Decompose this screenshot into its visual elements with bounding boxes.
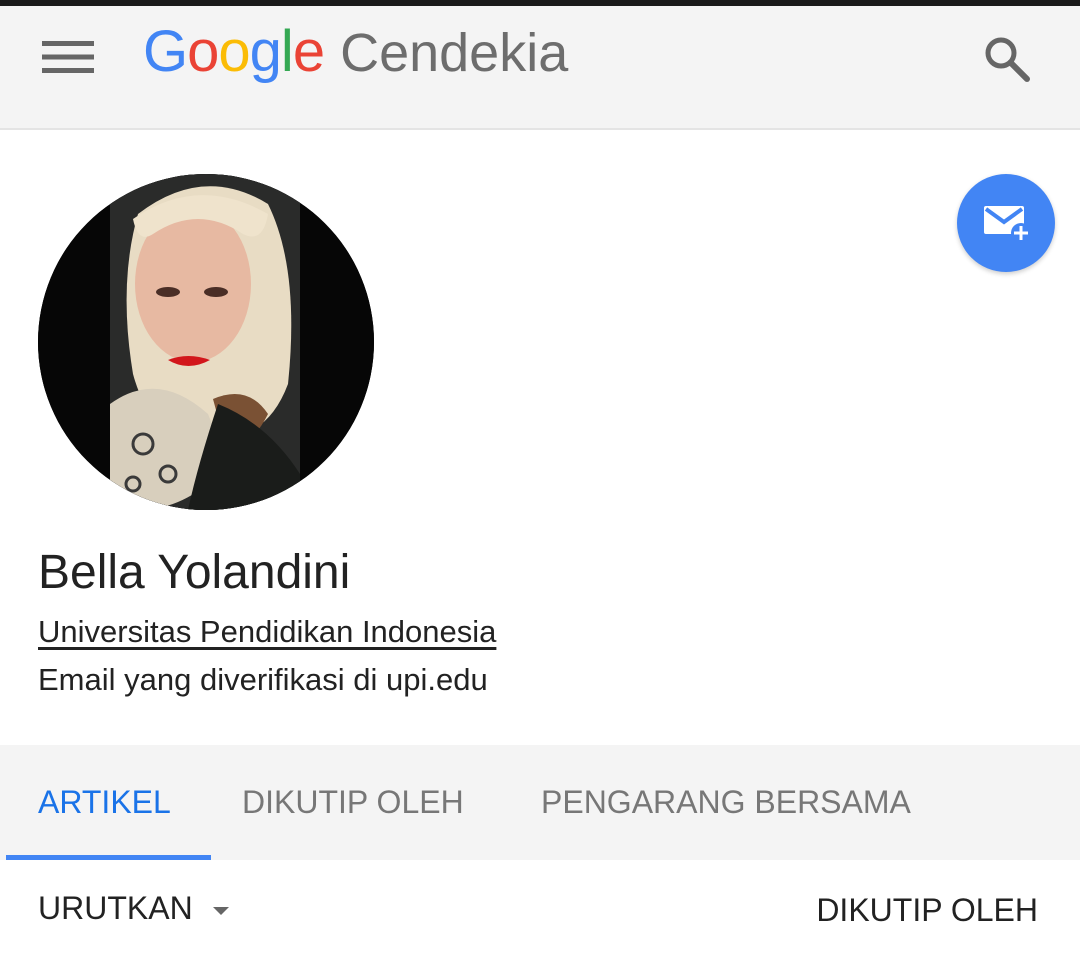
sort-dropdown[interactable]: URUTKAN [38, 890, 229, 927]
email-alert-add-icon[interactable] [957, 174, 1055, 272]
cited-by-column-header[interactable]: DIKUTIP OLEH [816, 892, 1038, 929]
search-icon[interactable] [978, 30, 1036, 88]
app-header: Google Cendekia [0, 6, 1080, 130]
google-wordmark: Google [143, 19, 325, 84]
scholar-profile-page: Google Cendekia Bella Yolandini Universi… [0, 0, 1080, 965]
caret-down-icon [212, 906, 229, 915]
tab-articles[interactable]: ARTIKEL [38, 745, 171, 860]
sort-label: URUTKAN [38, 890, 193, 926]
article-list-header: URUTKAN DIKUTIP OLEH [0, 860, 1080, 965]
profile-tabs: ARTIKEL DIKUTIP OLEH PENGARANG BERSAMA [0, 745, 1080, 860]
verified-email-note: Email yang diverifikasi di upi.edu [38, 662, 488, 697]
profile-name: Bella Yolandini [38, 546, 351, 599]
profile-photo [38, 174, 374, 510]
product-name: Cendekia [340, 23, 569, 83]
hamburger-menu-icon[interactable] [38, 32, 98, 82]
tab-cited-by[interactable]: DIKUTIP OLEH [242, 745, 464, 860]
tab-co-authors[interactable]: PENGARANG BERSAMA [541, 745, 911, 860]
affiliation-link[interactable]: Universitas Pendidikan Indonesia [38, 614, 496, 650]
google-scholar-logo[interactable]: Google Cendekia [143, 18, 568, 98]
